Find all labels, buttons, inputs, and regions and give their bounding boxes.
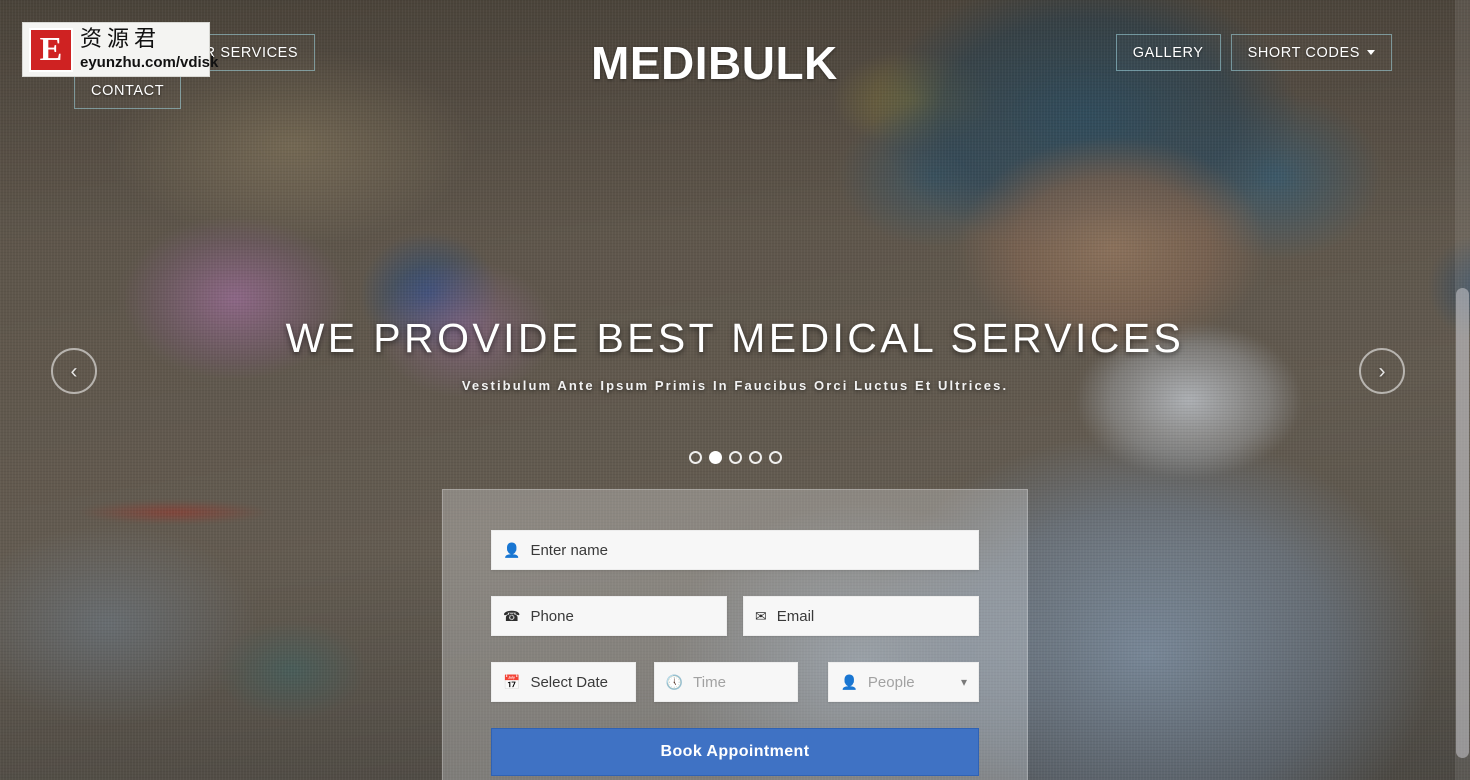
chevron-down-icon bbox=[1367, 50, 1375, 55]
booking-form-panel: 👤 Enter name ☎ Phone ✉ Email 📅 Select Da… bbox=[442, 489, 1028, 780]
user-icon: 👤 bbox=[503, 542, 521, 558]
nav-item-contact[interactable]: CONTACT bbox=[74, 72, 182, 109]
book-appointment-label: Book Appointment bbox=[660, 743, 810, 760]
primary-nav-right: GALLERY SHORT CODES bbox=[1115, 34, 1392, 71]
envelope-icon: ✉ bbox=[755, 608, 767, 624]
slider-dot-4[interactable] bbox=[748, 451, 762, 464]
nav-item-label: SHORT CODES bbox=[1247, 44, 1360, 61]
time-input-placeholder: Time bbox=[693, 673, 726, 691]
slider-dot-3[interactable] bbox=[728, 451, 742, 464]
people-select-value: People bbox=[867, 673, 915, 691]
booking-row-contact: ☎ Phone ✉ Email bbox=[491, 596, 979, 636]
capture-watermark: E 资源君 eyunzhu.com/vdisk bbox=[22, 22, 218, 77]
page-root: MEDIBULK ABOUT US OUR SERVICES CONTACT G… bbox=[0, 0, 1470, 780]
phone-input[interactable]: ☎ Phone bbox=[491, 596, 727, 636]
phone-icon: ☎ bbox=[503, 608, 521, 624]
phone-input-placeholder: Phone bbox=[530, 607, 574, 625]
people-select[interactable]: 👤 People ▾ bbox=[828, 662, 979, 702]
slider-next-arrow-icon[interactable]: › bbox=[1359, 348, 1405, 394]
watermark-chinese-label: 资源君 bbox=[80, 27, 162, 52]
slider-subheadline: Vestibulum Ante Ipsum Primis In Faucibus… bbox=[461, 378, 1009, 393]
user-icon: 👤 bbox=[840, 674, 858, 690]
slider-dot-1[interactable] bbox=[688, 451, 702, 464]
slider-headline: WE PROVIDE BEST MEDICAL SERVICES bbox=[285, 315, 1185, 361]
nav-item-label: CONTACT bbox=[91, 82, 165, 99]
page-scrollbar-track[interactable] bbox=[1455, 0, 1470, 780]
name-input-placeholder: Enter name bbox=[530, 541, 608, 559]
nav-row-secondary: CONTACT bbox=[74, 72, 492, 109]
book-appointment-button[interactable]: Book Appointment bbox=[491, 728, 979, 776]
email-input[interactable]: ✉ Email bbox=[743, 596, 979, 636]
calendar-icon: 📅 bbox=[503, 674, 521, 690]
watermark-text: 资源君 eyunzhu.com/vdisk bbox=[80, 27, 219, 71]
booking-row-schedule: 📅 Select Date 🕔 Time 👤 People ▾ bbox=[491, 662, 979, 702]
chevron-down-icon: ▾ bbox=[960, 675, 967, 689]
site-brand-title: MEDIBULK bbox=[591, 37, 838, 89]
clock-icon: 🕔 bbox=[665, 674, 684, 690]
site-header: MEDIBULK ABOUT US OUR SERVICES CONTACT G… bbox=[0, 0, 1470, 112]
date-input[interactable]: 📅 Select Date bbox=[491, 662, 636, 702]
slider-dot-2[interactable] bbox=[708, 451, 722, 464]
watermark-logo-badge: E bbox=[29, 27, 73, 72]
nav-item-short-codes[interactable]: SHORT CODES bbox=[1230, 34, 1392, 71]
slider-copy: WE PROVIDE BEST MEDICAL SERVICES Vestibu… bbox=[0, 315, 1470, 393]
nav-item-label: GALLERY bbox=[1132, 44, 1204, 61]
date-input-placeholder: Select Date bbox=[530, 673, 608, 691]
page-scrollbar-thumb[interactable] bbox=[1456, 288, 1469, 758]
slider-prev-arrow-icon[interactable]: ‹ bbox=[51, 348, 97, 394]
email-input-placeholder: Email bbox=[776, 607, 815, 625]
nav-item-gallery[interactable]: GALLERY bbox=[1115, 34, 1221, 71]
slider-dot-5[interactable] bbox=[768, 451, 782, 464]
time-input[interactable]: 🕔 Time bbox=[653, 662, 799, 702]
slider-pagination-dots bbox=[0, 451, 1470, 464]
watermark-url-label: eyunzhu.com/vdisk bbox=[80, 54, 219, 71]
name-input[interactable]: 👤 Enter name bbox=[491, 530, 979, 570]
booking-row-name: 👤 Enter name bbox=[491, 530, 979, 570]
